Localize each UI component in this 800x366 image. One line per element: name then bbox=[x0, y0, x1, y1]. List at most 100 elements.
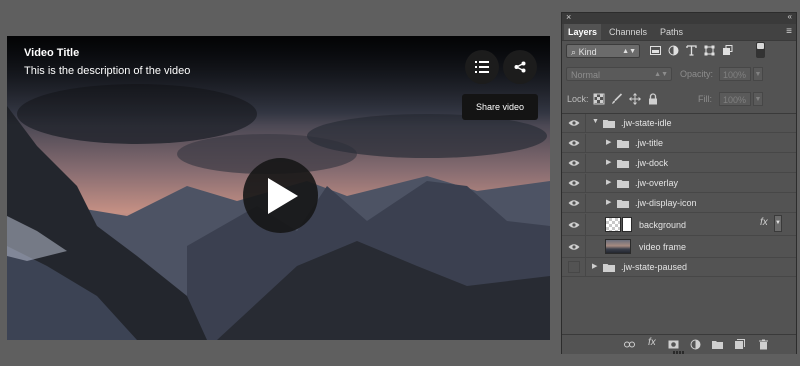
eye-icon bbox=[568, 180, 579, 186]
collapse-triangle-icon[interactable]: ▼ bbox=[592, 118, 599, 125]
tab-paths[interactable]: Paths bbox=[656, 24, 687, 40]
select-arrow-icon: ▲▼ bbox=[622, 48, 636, 55]
lock-position-move-icon[interactable] bbox=[629, 93, 641, 105]
tab-channels[interactable]: Channels bbox=[605, 24, 651, 40]
pixel-filter-icon[interactable] bbox=[650, 45, 661, 56]
visibility-toggle[interactable] bbox=[562, 114, 586, 132]
kind-filter-select[interactable]: ⌕ Kind ▲▼ bbox=[566, 44, 640, 58]
play-icon bbox=[267, 177, 298, 214]
layer-name: .jw-display-icon bbox=[635, 198, 697, 208]
playlist-icon bbox=[475, 61, 489, 73]
eye-icon bbox=[568, 221, 579, 228]
video-title: Video Title bbox=[24, 47, 80, 59]
layer-name: .jw-state-paused bbox=[621, 262, 688, 272]
expand-triangle-icon[interactable]: ▶ bbox=[606, 138, 611, 146]
video-player[interactable]: Video Title This is the description of t… bbox=[7, 36, 550, 340]
visibility-toggle[interactable] bbox=[562, 258, 586, 276]
expand-triangle-icon[interactable]: ▶ bbox=[592, 262, 597, 270]
search-icon: ⌕ bbox=[571, 47, 577, 57]
video-description: This is the description of the video bbox=[24, 65, 191, 77]
expand-triangle-icon[interactable]: ▶ bbox=[606, 178, 611, 186]
effects-expand-icon[interactable]: ▼ bbox=[774, 215, 782, 232]
adjustment-layer-icon[interactable] bbox=[690, 339, 701, 350]
blend-row: Normal ▲▼ Opacity: 100% ▼ bbox=[566, 67, 792, 83]
expand-triangle-icon[interactable]: ▶ bbox=[606, 198, 611, 206]
blend-mode-label: Normal bbox=[571, 70, 601, 80]
folder-icon bbox=[617, 140, 629, 148]
eye-icon bbox=[568, 160, 579, 166]
fill-label: Fill: bbox=[698, 94, 712, 104]
visibility-toggle[interactable] bbox=[562, 174, 586, 192]
filter-row: ⌕ Kind ▲▼ bbox=[566, 42, 792, 60]
fill-dropdown-icon[interactable]: ▼ bbox=[753, 92, 763, 106]
folder-icon bbox=[603, 120, 615, 128]
folder-icon bbox=[603, 264, 615, 272]
layer-row[interactable]: ▶ .jw-display-icon bbox=[562, 194, 796, 213]
layer-name: .jw-title bbox=[635, 138, 664, 148]
playlist-button[interactable] bbox=[465, 50, 499, 84]
panel-titlebar: × « bbox=[562, 12, 796, 24]
eye-icon bbox=[568, 243, 579, 250]
layer-row[interactable]: ▼ .jw-state-idle bbox=[562, 114, 796, 133]
panel-tabs: Layers Channels Paths ≡ bbox=[562, 24, 796, 41]
add-mask-icon[interactable] bbox=[668, 339, 679, 350]
layer-name: .jw-dock bbox=[635, 158, 669, 168]
share-icon bbox=[514, 61, 526, 73]
smart-object-filter-icon[interactable] bbox=[722, 45, 733, 56]
filter-toggle[interactable] bbox=[756, 42, 765, 58]
kind-filter-label: Kind bbox=[578, 47, 597, 57]
share-tooltip: Share video bbox=[462, 94, 538, 120]
layer-row[interactable]: background fx ▼ bbox=[562, 214, 796, 236]
opacity-dropdown-icon[interactable]: ▼ bbox=[753, 67, 763, 81]
hidden-visibility-box bbox=[567, 261, 580, 273]
adjustment-filter-icon[interactable] bbox=[668, 45, 679, 56]
lock-label: Lock: bbox=[567, 94, 589, 104]
layer-name: .jw-overlay bbox=[635, 178, 679, 188]
visibility-toggle[interactable] bbox=[562, 214, 586, 235]
lock-all-icon[interactable] bbox=[647, 93, 659, 105]
layer-name: .jw-state-idle bbox=[621, 118, 672, 128]
eye-icon bbox=[568, 120, 579, 126]
layer-mask-thumbnail bbox=[622, 217, 632, 232]
visibility-toggle[interactable] bbox=[562, 134, 586, 152]
eye-icon bbox=[568, 200, 579, 206]
lock-transparency-icon[interactable] bbox=[593, 93, 605, 105]
collapse-icon[interactable]: « bbox=[788, 12, 792, 21]
shape-filter-icon[interactable] bbox=[704, 45, 715, 56]
tab-layers[interactable]: Layers bbox=[564, 24, 602, 40]
blend-mode-select[interactable]: Normal ▲▼ bbox=[566, 67, 672, 81]
layer-row[interactable]: ▶ .jw-state-paused bbox=[562, 258, 796, 277]
play-button[interactable] bbox=[243, 158, 318, 233]
opacity-field[interactable]: 100% bbox=[719, 67, 751, 81]
lock-pixels-brush-icon[interactable] bbox=[611, 93, 623, 105]
share-button[interactable] bbox=[503, 50, 537, 84]
add-fx-icon[interactable]: fx bbox=[648, 337, 659, 348]
link-layers-icon[interactable] bbox=[624, 339, 635, 350]
close-icon[interactable]: × bbox=[566, 12, 571, 22]
layer-row[interactable]: video frame bbox=[562, 236, 796, 258]
fx-icon[interactable]: fx bbox=[760, 217, 768, 228]
layer-row[interactable]: ▶ .jw-title bbox=[562, 134, 796, 153]
layer-row[interactable]: ▶ .jw-overlay bbox=[562, 174, 796, 193]
new-group-icon[interactable] bbox=[712, 339, 723, 350]
delete-layer-icon[interactable] bbox=[758, 339, 769, 350]
new-layer-icon[interactable] bbox=[734, 339, 745, 350]
layers-panel: × « Layers Channels Paths ≡ ⌕ Kind ▲▼ No… bbox=[561, 12, 797, 354]
layers-list: ▼ .jw-state-idle ▶ .jw-title ▶ .jw-dock … bbox=[562, 113, 796, 334]
visibility-toggle[interactable] bbox=[562, 236, 586, 257]
resize-grip[interactable] bbox=[673, 351, 685, 354]
layer-row[interactable]: ▶ .jw-dock bbox=[562, 154, 796, 173]
type-filter-icon[interactable] bbox=[686, 45, 697, 56]
fill-field[interactable]: 100% bbox=[719, 92, 751, 106]
lock-row: Lock: Fill: 100% ▼ bbox=[566, 92, 792, 108]
layer-thumbnail bbox=[605, 239, 631, 254]
layers-bottom-bar: fx bbox=[562, 334, 796, 354]
visibility-toggle[interactable] bbox=[562, 154, 586, 172]
select-arrow-icon: ▲▼ bbox=[654, 71, 668, 78]
layer-name: video frame bbox=[639, 242, 687, 252]
panel-menu-icon[interactable]: ≡ bbox=[786, 26, 792, 37]
eye-icon bbox=[568, 140, 579, 146]
expand-triangle-icon[interactable]: ▶ bbox=[606, 158, 611, 166]
visibility-toggle[interactable] bbox=[562, 194, 586, 212]
folder-icon bbox=[617, 200, 629, 208]
